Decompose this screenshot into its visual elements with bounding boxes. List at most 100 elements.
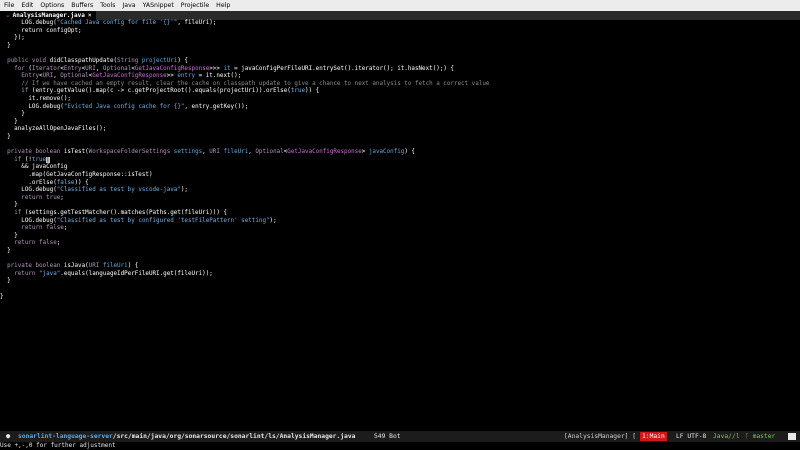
code-line[interactable]: it.remove(); <box>0 96 71 104</box>
code-line[interactable]: for (Iterator<Entry<URI, Optional<GetJav… <box>0 66 454 74</box>
code-line[interactable]: .orElse(false)) { <box>0 179 88 188</box>
which-function: [AnalysisManager] [ <box>564 433 637 440</box>
code-line[interactable]: LOG.debug("Cached Java config for file '… <box>0 20 216 28</box>
code-line[interactable]: } <box>0 233 18 241</box>
code-token: "Cached Java config for file '{}'" <box>56 20 178 26</box>
code-line[interactable]: } <box>0 119 18 127</box>
code-token: Optional <box>255 149 284 156</box>
code-token: , <box>95 65 103 72</box>
code-token: LOG.debug( <box>0 20 57 26</box>
code-token: settings <box>173 149 203 156</box>
code-token: } <box>0 293 4 300</box>
code-token: Optional <box>102 65 132 72</box>
code-token: }); <box>0 35 25 42</box>
tab-analysis-manager[interactable]: ☕ AnalysisManager.java × <box>0 11 96 20</box>
code-token: Entry <box>63 65 82 72</box>
menu-bar: File Edit Options Buffers Tools Java YASnippet… <box>0 0 800 11</box>
tab-title: AnalysisManager.java <box>12 12 85 19</box>
code-token: ) { <box>177 58 188 64</box>
code-line[interactable]: private boolean isJava(URI fileUri) { <box>0 263 138 271</box>
code-token: } <box>0 42 11 49</box>
code-token: return configOpt; <box>0 27 82 34</box>
code-token: >> <box>166 73 178 80</box>
tab-bar: ☕ AnalysisManager.java × <box>0 11 800 20</box>
code-token: entry <box>177 73 196 80</box>
tab-close-icon[interactable]: × <box>88 12 92 19</box>
code-line[interactable]: if (entry.getValue().map(c -> c.getProje… <box>0 88 319 96</box>
menu-file[interactable]: File <box>0 0 17 11</box>
code-token: return true <box>21 194 61 201</box>
cursor-position: 549 Bot <box>374 433 401 440</box>
perspective-badge[interactable]: 1:Main <box>640 432 667 441</box>
code-token: for <box>14 65 25 72</box>
code-token: "Classified as test by vscode-java" <box>56 187 181 194</box>
code-line[interactable]: } <box>0 134 11 142</box>
code-line[interactable]: && javaConfig <box>0 164 67 172</box>
code-token: } <box>0 278 11 285</box>
code-line[interactable]: } <box>0 278 11 286</box>
code-token: ) { <box>404 149 415 156</box>
git-branch[interactable]: ᚴ master <box>745 431 775 442</box>
code-line[interactable]: // If we have cached an empty result, cl… <box>0 81 489 89</box>
code-token: , entry.getKey()); <box>184 103 249 110</box>
code-editor[interactable]: LOG.debug("Cached Java config for file '… <box>0 20 800 430</box>
code-token: .orElse( <box>0 179 57 186</box>
code-line[interactable]: }); <box>0 35 25 43</box>
code-token: ); <box>180 187 188 194</box>
code-line[interactable]: public void didClasspathUpdate(String pr… <box>0 58 188 66</box>
code-token: URI <box>85 65 96 72</box>
code-token: return false <box>14 240 57 247</box>
code-line[interactable]: } <box>0 248 11 256</box>
code-line[interactable]: return "java".equals(languageIdPerFileUR… <box>0 271 213 279</box>
code-line[interactable]: Entry<URI, Optional<GetJavaConfigRespons… <box>0 73 241 81</box>
menu-edit[interactable]: Edit <box>17 0 36 11</box>
code-token: } <box>0 134 11 140</box>
code-token: return <box>14 270 36 277</box>
code-token: ) { <box>127 263 139 270</box>
code-token: .equals(languageIdPerFileURI.get(fileUri… <box>60 270 213 277</box>
mode-line-buffer-path[interactable]: sonarlint-language-server/src/main/java/… <box>18 431 355 442</box>
code-token: } <box>0 118 18 125</box>
code-token: LOG.debug( <box>0 187 57 194</box>
code-line[interactable]: } <box>0 294 4 302</box>
code-line[interactable]: return false; <box>0 240 60 248</box>
mode-line: ● sonarlint-language-server/src/main/jav… <box>0 431 800 442</box>
code-token: WorkspaceFolderSettings <box>88 149 171 156</box>
menu-projectile[interactable]: Projectile <box>177 0 212 11</box>
code-line[interactable]: LOG.debug("Evicted Java config cache for… <box>0 104 248 112</box>
code-line[interactable]: analyzeAllOpenJavaFiles(); <box>0 126 106 134</box>
code-token: isJava( <box>60 263 89 270</box>
menu-yasnippet[interactable]: YASnippet <box>139 0 177 11</box>
code-token: URI <box>42 73 54 80</box>
code-line[interactable]: } <box>0 202 18 210</box>
code-token: Optional <box>60 73 89 80</box>
text-cursor: | <box>46 156 50 163</box>
code-line[interactable]: } <box>0 111 25 119</box>
code-line[interactable]: if (settings.getTestMatcher().matches(Pa… <box>0 210 227 218</box>
code-line[interactable]: return false; <box>0 225 67 233</box>
code-token: "Evicted Java config cache for {}" <box>63 103 185 110</box>
menu-tools[interactable]: Tools <box>96 0 118 11</box>
code-line[interactable]: if (!true| <box>0 156 50 165</box>
echo-area: Use +,-,0 for further adjustment <box>0 442 116 449</box>
encoding-indicator[interactable]: LF UTF-8 <box>676 431 706 442</box>
code-line[interactable]: .map(GetJavaConfigResponse::isTest) <box>0 172 152 180</box>
menu-help[interactable]: Help <box>212 0 233 11</box>
code-line[interactable]: } <box>0 43 11 51</box>
code-token: (! <box>21 156 32 163</box>
code-line[interactable]: return true; <box>0 195 64 203</box>
menu-java[interactable]: Java <box>118 0 138 11</box>
major-mode[interactable]: Java//l <box>713 431 740 442</box>
code-line[interactable]: LOG.debug("Classified as test by configu… <box>0 218 276 226</box>
code-line[interactable]: LOG.debug("Classified as test by vscode-… <box>0 187 188 195</box>
code-token: } <box>0 202 18 209</box>
code-token: return false <box>21 225 64 232</box>
code-token: javaConfig <box>368 149 405 156</box>
menu-options[interactable]: Options <box>36 0 67 11</box>
menu-buffers[interactable]: Buffers <box>67 0 96 11</box>
code-line[interactable]: return configOpt; <box>0 27 82 36</box>
code-line[interactable]: private boolean isTest(WorkspaceFolderSe… <box>0 149 415 157</box>
